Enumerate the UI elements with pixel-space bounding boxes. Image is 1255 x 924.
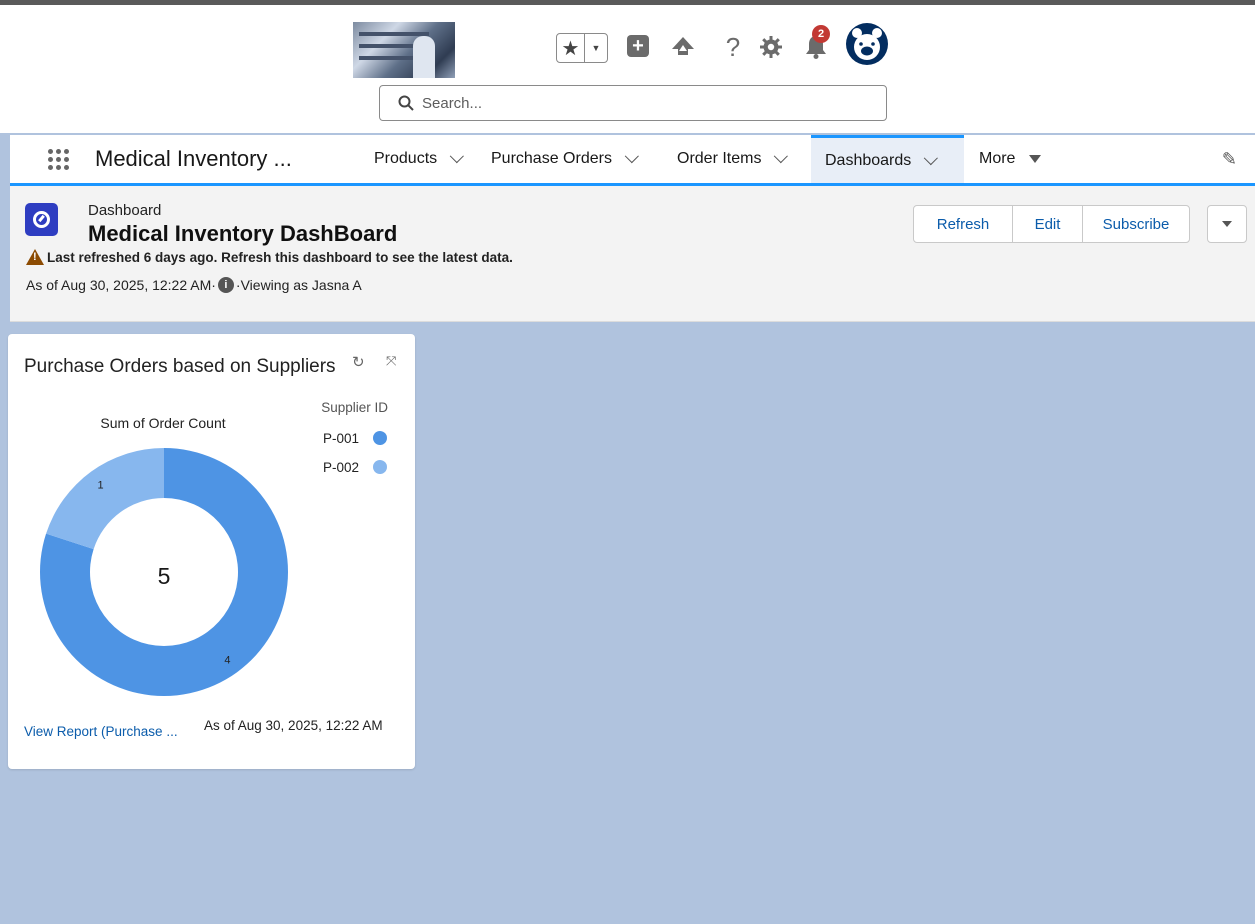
global-search-box[interactable]: [379, 85, 887, 121]
slice-value-label: 4: [224, 654, 230, 666]
notification-count-badge: 2: [812, 25, 830, 43]
dashboard-page-header: Dashboard Medical Inventory DashBoard La…: [10, 186, 1255, 322]
chevron-down-icon[interactable]: [449, 149, 465, 164]
refresh-component-icon[interactable]: ↻: [352, 353, 365, 371]
caret-down-icon: [1222, 221, 1232, 227]
nav-item-label: Order Items: [677, 150, 762, 167]
page-title: Medical Inventory DashBoard: [88, 221, 398, 246]
more-actions-dropdown[interactable]: [1207, 205, 1247, 243]
chevron-down-icon[interactable]: [774, 149, 789, 164]
global-header: ★ ▼ + ? 2: [0, 5, 1255, 133]
chevron-down-icon[interactable]: [624, 149, 639, 164]
info-icon[interactable]: i: [217, 277, 234, 293]
component-title: Purchase Orders based on Suppliers: [24, 356, 336, 377]
nav-item-label: Dashboards: [825, 151, 912, 169]
view-report-link[interactable]: View Report (Purchase ...: [24, 724, 178, 739]
legend-label: P-001: [323, 431, 359, 446]
slice-value-label: 1: [97, 480, 103, 492]
refresh-warning: Last refreshed 6 days ago. Refresh this …: [26, 249, 513, 265]
dashboard-component-card: Purchase Orders based on Suppliers ↻ ⤧ S…: [8, 334, 415, 769]
refresh-warning-text: Last refreshed 6 days ago. Refresh this …: [47, 249, 513, 265]
edit-button[interactable]: Edit: [1012, 205, 1083, 243]
chart-title: Sum of Order Count: [100, 415, 225, 431]
dashboard-action-buttons: Refresh Edit Subscribe: [913, 205, 1190, 243]
nav-item-order-items[interactable]: Order Items: [663, 135, 797, 183]
donut-chart[interactable]: Sum of Order Count Supplier ID 4 1 P-001 P…: [8, 394, 415, 714]
legend-label: P-002: [323, 460, 359, 475]
user-avatar-icon[interactable]: [846, 23, 888, 65]
dashboard-icon: [25, 203, 58, 236]
caret-down-icon: [1029, 155, 1042, 163]
nav-item-dashboards[interactable]: Dashboards: [811, 135, 964, 183]
nav-item-more[interactable]: More: [965, 135, 1055, 183]
legend-swatch[interactable]: [373, 431, 387, 445]
chevron-down-icon[interactable]: [924, 150, 939, 165]
page-eyebrow: Dashboard: [88, 202, 162, 219]
donut-slice-p-002[interactable]: [46, 448, 164, 550]
favorites-star-icon[interactable]: ★: [557, 34, 585, 62]
expand-component-icon[interactable]: ⤧: [386, 353, 396, 369]
help-icon[interactable]: ?: [719, 32, 747, 62]
as-of-text: As of Aug 30, 2025, 12:22 AM·: [26, 277, 216, 293]
global-create-icon[interactable]: +: [627, 35, 649, 57]
app-launcher-icon[interactable]: [48, 149, 70, 171]
as-of-line: As of Aug 30, 2025, 12:22 AM· i ·Viewing…: [26, 277, 362, 293]
legend-title: Supplier ID: [321, 400, 388, 415]
nav-item-label: More: [979, 150, 1016, 167]
search-icon: [398, 95, 414, 111]
nav-item-products[interactable]: Products: [360, 135, 473, 183]
nav-item-purchase-orders[interactable]: Purchase Orders: [477, 135, 648, 183]
org-logo-image[interactable]: [353, 22, 455, 78]
subscribe-button[interactable]: Subscribe: [1082, 205, 1190, 243]
trailhead-icon[interactable]: [669, 33, 697, 61]
nav-item-label: Purchase Orders: [491, 150, 612, 167]
legend-swatch[interactable]: [373, 460, 387, 474]
favorites-button-group: ★ ▼: [556, 33, 608, 63]
donut-center-total: 5: [158, 563, 171, 589]
app-name: Medical Inventory ...: [95, 146, 292, 171]
favorites-dropdown-icon[interactable]: ▼: [585, 34, 607, 62]
viewing-as-text: ·Viewing as Jasna A: [235, 277, 362, 293]
search-input[interactable]: [420, 93, 844, 113]
component-as-of: As of Aug 30, 2025, 12:22 AM: [204, 718, 383, 733]
refresh-button[interactable]: Refresh: [913, 205, 1013, 243]
edit-nav-pencil-icon[interactable]: ✎: [1222, 149, 1237, 170]
setup-gear-icon[interactable]: [757, 33, 785, 61]
app-nav-bar: Medical Inventory ... Products Purchase …: [10, 135, 1255, 186]
warning-icon: [26, 249, 44, 265]
nav-item-label: Products: [374, 150, 438, 167]
